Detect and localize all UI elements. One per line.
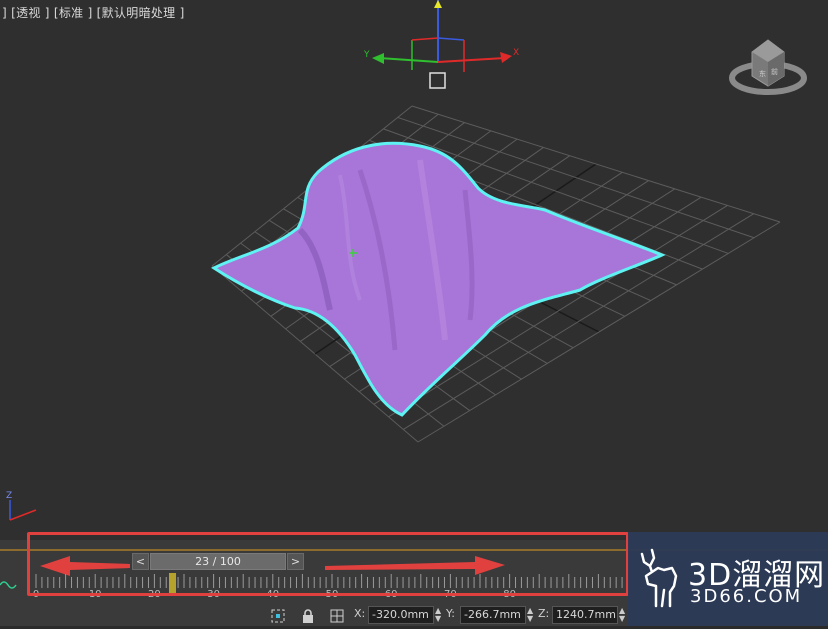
ruler-tick-label: 30 <box>207 589 220 600</box>
ruler-tick-label: 70 <box>444 589 457 600</box>
x-spinner-icon[interactable]: ▲ ▼ <box>435 607 441 623</box>
ruler-tick-label: 50 <box>325 589 339 600</box>
frame-ruler[interactable]: 0 10 20 30 40 50 60 70 80 <box>30 572 630 600</box>
tripod-axis-z: Z <box>6 491 12 501</box>
svg-text:东: 东 <box>759 69 766 78</box>
gizmo-axis-x: X <box>513 48 519 58</box>
selection-lock-frame-icon[interactable] <box>270 608 286 624</box>
y-coordinate-label: Y: <box>446 607 455 620</box>
transform-gizmo: Y X <box>363 0 519 89</box>
ruler-tick-label: 80 <box>503 589 516 600</box>
absolute-mode-icon[interactable] <box>329 608 345 624</box>
y-coordinate-field[interactable]: -266.7mm <box>460 606 526 624</box>
lock-icon[interactable] <box>300 608 316 624</box>
x-coordinate-field[interactable]: -320.0mm <box>368 606 434 624</box>
watermark-url: 3D66.COM <box>690 586 803 607</box>
time-slider-prev-button[interactable]: < <box>132 553 149 570</box>
svg-text:前: 前 <box>771 67 778 76</box>
axis-tripod: Z <box>6 491 37 521</box>
time-slider-thumb[interactable]: 23 / 100 <box>150 553 286 570</box>
gizmo-center-box <box>429 72 446 89</box>
perspective-viewport[interactable]: ] [透视 ] [标准 ] [默认明暗处理 ] Y X 东 前 Z <box>0 0 828 540</box>
viewcube: 东 前 <box>729 39 807 95</box>
z-coordinate-label: Z: <box>538 607 550 620</box>
ruler-tick-label: 60 <box>384 589 398 600</box>
time-slider-next-button[interactable]: > <box>287 553 304 570</box>
gizmo-axis-y: Y <box>363 50 370 60</box>
viewport-scene: Y X 东 前 Z <box>6 0 807 521</box>
y-spinner-icon[interactable]: ▲ ▼ <box>527 607 533 623</box>
ruler-tick-label: 20 <box>148 589 161 600</box>
ruler-tick-label: 40 <box>266 589 280 600</box>
ruler-tick-label: 0 <box>32 589 40 600</box>
z-coordinate-field[interactable]: 1240.7mm <box>552 606 618 624</box>
x-coordinate-label: X: <box>354 607 366 620</box>
current-frame-marker[interactable] <box>169 573 177 595</box>
deer-logo-icon <box>640 548 678 608</box>
z-spinner-icon[interactable]: ▲ ▼ <box>619 607 625 623</box>
ruler-tick-label: 10 <box>88 589 102 600</box>
